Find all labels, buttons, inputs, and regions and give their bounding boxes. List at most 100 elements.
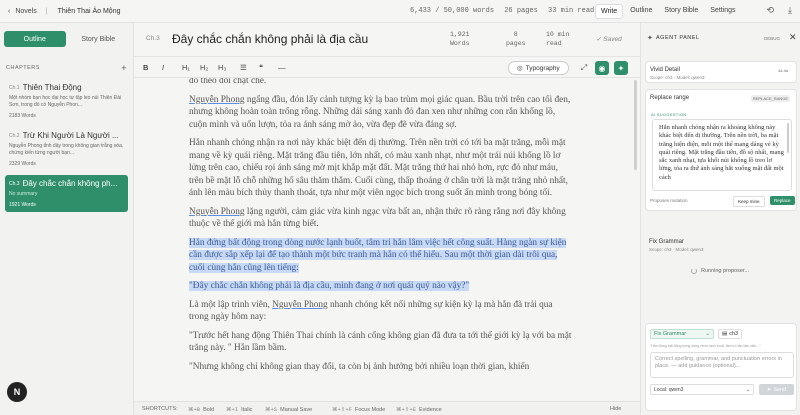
download-icon[interactable]: ⤓ [788,5,792,16]
chapter-item-3[interactable]: Ch.3 Đây chắc chắn không ph... No summar… [5,175,128,212]
tab-story-bible[interactable]: Story Bible [659,4,703,19]
stat-read: 10 min read [546,30,569,48]
chevron-left-icon: ‹ [8,7,11,15]
keep-mine-button[interactable]: Keep mine [733,196,765,207]
paragraph: Hắn nhanh chóng nhận ra nơi này khác biệ… [189,138,568,198]
shortcut-italic: ⌘+I Italic [226,406,253,413]
typography-button[interactable]: ◎ Typography [508,61,569,75]
h1-button[interactable]: H₁ [182,63,190,72]
app: ‹ Novels | Thiên Thai Ảo Mộng 6,433 / 50… [0,0,800,415]
card-subtitle: Scope: ch3 · Model: qwen3 [649,247,704,252]
running-status: Running proposer... [691,268,749,274]
agent-toggle-icon[interactable]: ✦ [614,61,628,75]
stat-pages-label: pages [506,40,526,47]
send-button[interactable]: ➤ Send [759,384,794,395]
selected-paragraph: Hắn đứng bất động trong dòng nước lạnh b… [189,237,574,275]
debug-toggle[interactable]: DEBUG [764,36,780,41]
paragraph-text: lặng người, cảm giác vừa kinh ngạc vừa b… [189,206,566,230]
stat-pages: 8 pages [506,30,526,48]
proposes-mutation-label: Proposes mutation [650,198,688,203]
chapter-summary: No summary [9,191,38,197]
document-icon: ▤ [722,331,728,337]
back-label: Novels [15,7,37,15]
agent-composer: Fix Grammar ⌄ ▤ ch3 "Hắn đứng bất động t… [645,323,797,411]
back-to-novels-link[interactable]: ‹ Novels [8,8,37,15]
character-name: Nguyễn Phong [189,94,245,105]
send-icon: ➤ [766,386,772,393]
guidance-textarea[interactable]: Correct spelling, grammar, and punctuati… [650,352,794,378]
top-icons: ⟲ ⤓ [766,5,792,16]
editor: Ch.3 Đây chắc chắn không phải là địa cầu… [134,23,640,415]
paragraph: "Nhưng không chỉ không gian thay đổi, ta… [189,361,530,372]
shortcuts-label: SHORTCUTS: [142,406,178,412]
stat-words: 1,921 Words [450,30,470,48]
hide-shortcuts-button[interactable]: Hide [610,406,621,412]
selection-highlight: Hắn đứng bất động trong dòng nước lạnh b… [189,237,567,273]
chapter-title-input[interactable]: Đây chắc chắn không phải là địa cầu [172,32,368,46]
chapters-label: CHAPTERS [6,65,40,71]
replace-button[interactable]: Replace [770,196,795,205]
chapter-title: Thiên Thai Động [22,83,82,92]
chevron-down-icon: ⌄ [745,387,750,393]
quote-icon[interactable]: ❝ [259,63,263,72]
divider-icon[interactable]: — [278,63,286,72]
tab-outline[interactable]: Outline [625,4,657,19]
chapter-summary: Nguyễn Phong tỉnh dậy trong không gian t… [9,143,124,156]
typography-label: Typography [525,64,560,72]
paragraph: "Trước hết hang động Thiên Thai chính là… [189,330,572,354]
vivid-detail-card[interactable]: Vivid Detail Scope: ch3 · Model: qwen3 4… [645,61,797,83]
replace-range-card: Replace range REPLACE_RANGE AI SUGGESTIO… [645,89,797,211]
paragraph-text: Là một lập trình viên, [189,299,273,310]
close-icon[interactable]: ✕ [789,32,797,43]
chapter-num: Ch.3 [9,180,20,187]
shortcut-save: ⌘+S Manual Save [265,406,313,413]
chapter-title: Trừ Khi Người Là Người ... [22,131,119,140]
tab-write[interactable]: Write [595,4,624,19]
model-select[interactable]: Local: qwen3 ⌄ [650,384,754,395]
divider: | [45,7,48,15]
paragraph-text: ngẩng đầu, đón lấy cảnh tượng kỳ lạ bao … [189,94,571,130]
mode-select[interactable]: Fix Grammar ⌄ [650,329,714,339]
agent-title: AGENT PANEL [656,35,700,41]
history-icon[interactable]: ⟲ [766,5,774,16]
chapter-item-2[interactable]: Ch.2 Trừ Khi Người Là Người ... Nguyễn P… [5,127,128,171]
bold-button[interactable]: B [143,63,148,72]
stat-pages-value: 8 [513,31,518,38]
sidebar-tab-story-bible[interactable]: Story Bible [68,31,130,47]
suggestion-scrollbar[interactable] [787,123,789,153]
chapter-number: Ch.3 [146,35,160,42]
selection-preview: "Hắn đứng bất động trong dòng nước lạnh … [650,344,761,348]
chapter-header: Ch.3 Đây chắc chắn không phải là địa cầu… [134,23,640,55]
avatar[interactable]: N [7,382,27,402]
paragraph: đó theo dõi chặt chẽ. [189,78,267,86]
italic-button[interactable]: I [162,63,164,72]
add-chapter-icon[interactable]: + [121,63,127,73]
book-title: Thiên Thai Ảo Mộng [57,7,121,15]
card-duration: 44.4s [778,68,788,73]
editor-scrollbar[interactable] [634,80,637,170]
chapter-words: 2183 Words [9,113,36,119]
shortcuts-bar: SHORTCUTS: ⌘+B Bold ⌘+I Italic ⌘+S Manual S… [134,401,640,415]
h3-button[interactable]: H₃ [218,63,226,72]
bullet-list-icon[interactable]: ☰ [240,63,247,72]
scope-chip[interactable]: ▤ ch3 [718,329,743,339]
suggestion-text[interactable]: Hắn nhanh chóng nhận ra khoảng không này… [652,119,792,191]
agent-header: ✦ AGENT PANEL DEBUG ✕ [641,23,800,55]
paragraph: Nguyễn Phong ngẩng đầu, đón lấy cảnh tượ… [189,94,574,132]
chapter-item-1[interactable]: Ch.1 Thiên Thai Động Một nhóm bạn học đạ… [5,79,128,123]
sidebar-tab-outline[interactable]: Outline [4,31,66,47]
typography-icon: ◎ [517,65,523,72]
h2-button[interactable]: H₂ [200,63,208,72]
tab-settings[interactable]: Settings [705,4,740,19]
stat-read-label: read [546,40,562,47]
top-bar: ‹ Novels | Thiên Thai Ảo Mộng 6,433 / 50… [0,0,800,23]
read-time: 33 min read [548,7,595,15]
preview-eye-icon[interactable]: ◉ [595,61,609,75]
shortcut-evidence: ⌘+⇧+E Evidence [396,406,442,413]
chevron-down-icon: ⌄ [705,331,710,337]
expand-icon[interactable]: ⤢ [577,61,591,75]
sidebar-tabs: Outline Story Bible [4,31,129,47]
manuscript-text[interactable]: đó theo dõi chặt chẽ. Nguyễn Phong ngẩng… [189,78,574,408]
spinner-icon [691,268,697,274]
selected-paragraph: "Đây chắc chắn không phải là địa cầu, mì… [189,280,574,293]
